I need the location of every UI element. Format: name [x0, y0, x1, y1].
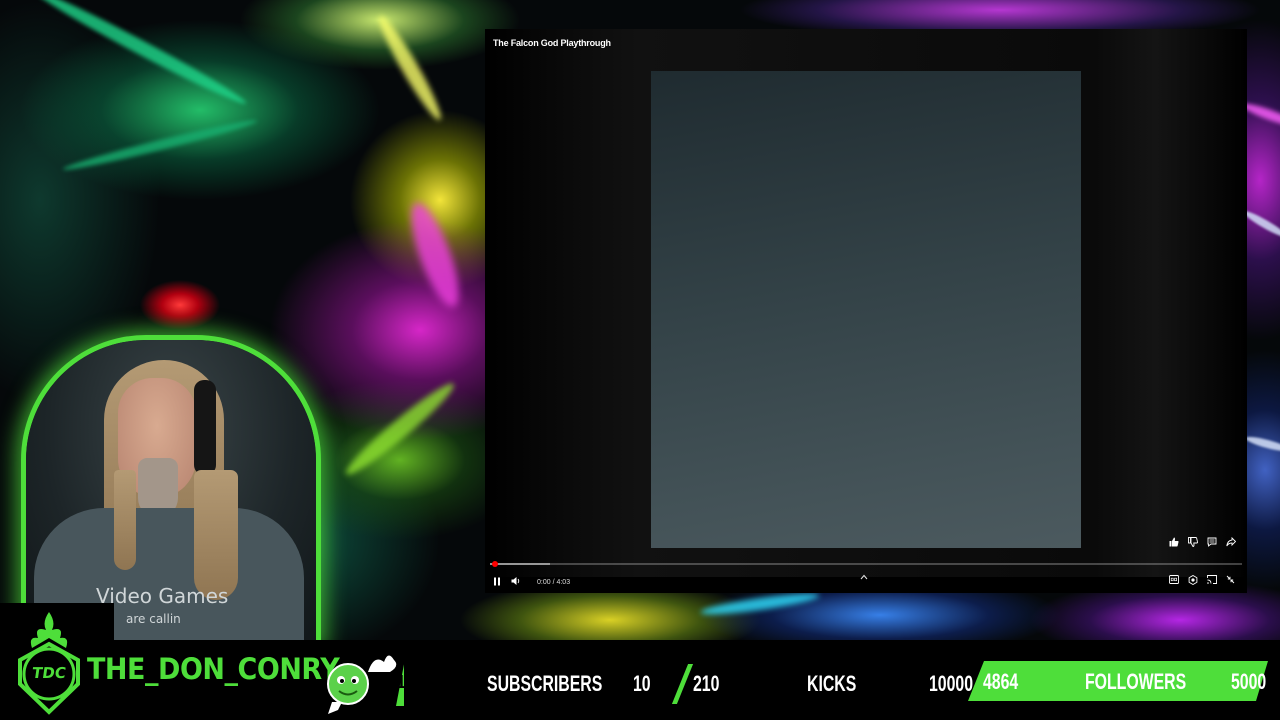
progress-bar[interactable] [490, 561, 1242, 567]
webcam-person-hair-long [194, 470, 238, 600]
headphones [194, 380, 216, 475]
time-display: 0:00 / 4:03 [537, 578, 571, 586]
followers-goal: 5000 [1231, 669, 1267, 694]
background-streak [340, 377, 460, 481]
background-streak [1241, 208, 1280, 240]
pause-icon[interactable] [493, 573, 501, 591]
volume-icon[interactable] [511, 573, 521, 591]
channel-username: THE_DON_CONRY [87, 652, 340, 686]
video-player[interactable]: The Falcon God Playthrough 0:00 / 4:03 [485, 29, 1247, 593]
subscribers-label: SUBSCRIBERS [487, 671, 603, 696]
settings-icon[interactable] [1186, 573, 1199, 586]
subscribers-count: 10 [633, 671, 651, 696]
progress-scrubber[interactable] [492, 561, 498, 567]
share-icon[interactable] [1224, 535, 1237, 548]
webcam-feed: Video Games are callin [26, 340, 316, 640]
background-streak [373, 12, 447, 124]
kicks-label: KICKS [807, 671, 857, 696]
kicks-goal: 10000 [929, 671, 974, 696]
followers-count: 4864 [983, 669, 1019, 694]
background-streak [1244, 434, 1280, 454]
shirt-text-line2: are callin [126, 612, 181, 626]
video-title[interactable]: The Falcon God Playthrough [493, 38, 611, 48]
shirt-text-line1: Video Games [96, 584, 229, 608]
comments-icon[interactable] [1205, 535, 1218, 548]
progress-buffered [490, 563, 551, 565]
background-streak [30, 0, 250, 110]
captions-icon[interactable] [1167, 573, 1180, 586]
background-streak [699, 589, 821, 619]
emote-count: 1 [396, 672, 407, 692]
thumbs-up-icon[interactable] [1167, 535, 1180, 548]
chevron-up-icon[interactable] [860, 572, 868, 583]
background-streak [402, 198, 468, 312]
controls-right [1167, 573, 1237, 586]
channel-logo: TDC [12, 608, 86, 716]
emote-icon: 1 [324, 644, 410, 716]
logo-text: TDC [30, 664, 68, 682]
exit-fullscreen-icon[interactable] [1224, 573, 1237, 586]
controls-left: 0:00 / 4:03 [493, 573, 570, 591]
cast-icon[interactable] [1205, 573, 1218, 586]
thumbs-down-icon[interactable] [1186, 535, 1199, 548]
subscribers-goal: 210 [693, 671, 720, 696]
player-action-icons [1167, 535, 1237, 548]
video-frame [651, 71, 1081, 548]
video-area[interactable] [485, 29, 1247, 577]
followers-label: FOLLOWERS [1085, 669, 1187, 694]
background-streak [61, 115, 259, 175]
webcam-person-hair-long-left [114, 470, 136, 570]
